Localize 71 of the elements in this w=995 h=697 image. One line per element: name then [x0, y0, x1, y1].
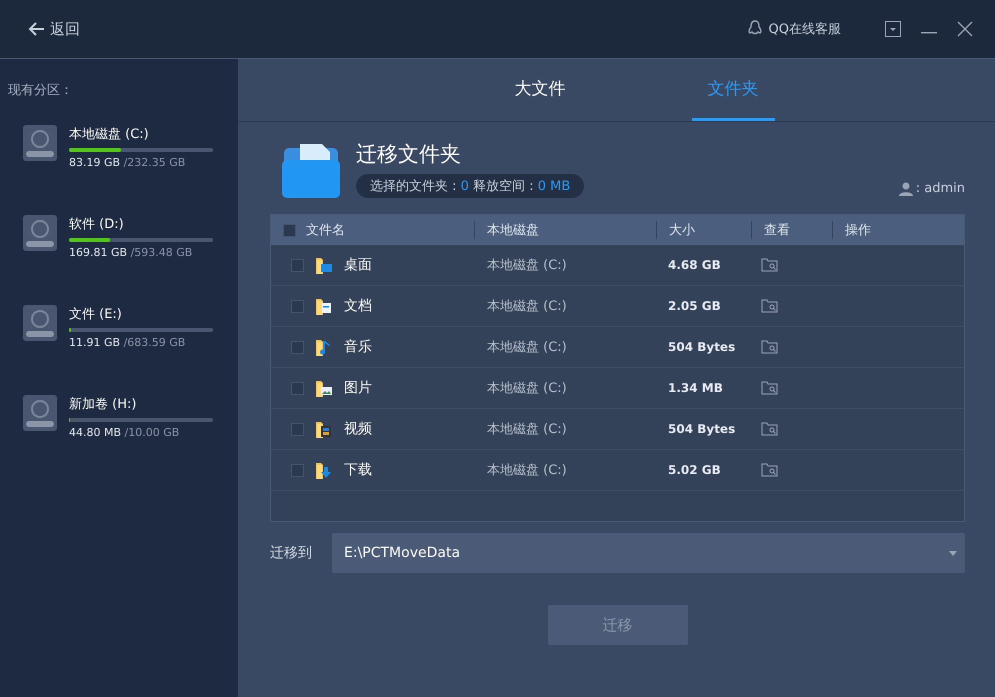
column-header: 文件名	[306, 222, 345, 239]
table-cell-text: 本地磁盘 (C:)	[486, 298, 568, 315]
table-cell-text: 本地磁盘 (C:)	[486, 339, 568, 356]
hard-drive-icon	[23, 215, 57, 251]
column-header: 操作	[845, 222, 871, 239]
folder-search-icon	[761, 463, 778, 477]
folder-name: 音乐	[344, 338, 372, 356]
drive-size: 44.80 MB /10.00 GB	[69, 426, 180, 439]
folder-icon	[314, 255, 334, 275]
table-cell-text: 5.02 GB	[667, 463, 722, 477]
drive-size: 11.91 GB /683.59 GB	[69, 336, 186, 349]
folder-name: 图片	[344, 379, 372, 397]
table-cell-text: 本地磁盘 (C:)	[486, 257, 568, 274]
table-cell-text: 1.34 MB	[667, 381, 724, 395]
hard-drive-icon	[23, 305, 57, 341]
folder-icon	[314, 378, 334, 398]
user-name: : admin	[916, 181, 965, 196]
selection-summary: 选择的文件夹 : 0 释放空间 : 0 MB	[356, 174, 584, 198]
hard-drive-icon	[23, 125, 57, 161]
drive-name[interactable]: 新加卷 (H:)	[69, 395, 213, 413]
table-cell-text: 本地磁盘 (C:)	[486, 462, 568, 479]
folder-icon	[314, 460, 334, 480]
drive-name[interactable]: 文件 (E:)	[69, 305, 213, 323]
user-icon	[898, 182, 913, 196]
path-select[interactable]: E:\PCTMoveData	[332, 533, 965, 573]
table-cell-text: 504 Bytes	[667, 340, 736, 354]
table-cell-text: 本地磁盘 (C:)	[486, 421, 568, 438]
page-title: 迁移文件夹	[356, 141, 462, 168]
checkbox[interactable]	[283, 224, 296, 236]
checkbox[interactable]	[291, 464, 304, 476]
minimize-icon	[921, 32, 937, 34]
section-title: 现有分区：	[7, 82, 74, 99]
folder-name: 视频	[344, 420, 372, 438]
folder-name: 文档	[344, 297, 372, 315]
arrow-left-icon	[28, 21, 46, 37]
folder-search-icon	[761, 381, 778, 395]
dropdown-button[interactable]	[885, 21, 901, 37]
checkbox[interactable]	[291, 382, 304, 394]
folder-search-icon	[761, 258, 778, 272]
hard-drive-icon	[23, 395, 57, 431]
table-cell-text: 2.05 GB	[667, 299, 722, 313]
drive-name[interactable]: 本地磁盘 (C:)	[69, 125, 213, 143]
checkbox[interactable]	[291, 258, 304, 272]
checkbox[interactable]	[291, 300, 304, 312]
close-icon	[957, 21, 973, 37]
table-cell-text: 4.68 GB	[667, 258, 722, 272]
column-header: 查看	[764, 222, 790, 239]
drive-size: 169.81 GB /593.48 GB	[69, 246, 194, 259]
close-button[interactable]	[957, 21, 973, 37]
checkbox[interactable]	[291, 422, 304, 436]
drive-name[interactable]: 软件 (D:)	[69, 215, 213, 233]
folder-search-icon	[761, 299, 778, 313]
field-label: 迁移到	[270, 544, 312, 562]
caret-icon	[885, 21, 901, 37]
checkbox[interactable]	[291, 340, 304, 354]
support-link[interactable]: QQ在线客服	[740, 19, 847, 39]
tab[interactable]: 大文件	[498, 59, 582, 121]
folder-search-icon	[761, 422, 778, 436]
caret-icon	[949, 550, 957, 556]
folder-icon	[282, 144, 342, 198]
folder-icon	[314, 296, 334, 316]
back-button[interactable]: 返回	[28, 20, 80, 38]
drive-size: 83.19 GB /232.35 GB	[69, 156, 186, 169]
folder-icon	[314, 419, 334, 439]
table-cell-text: 本地磁盘 (C:)	[486, 380, 568, 397]
folder-search-icon	[761, 340, 778, 354]
column-header: 本地磁盘	[487, 222, 539, 239]
column-header: 大小	[669, 222, 695, 239]
folder-name: 下载	[344, 461, 372, 479]
folder-name: 桌面	[344, 256, 372, 274]
table-cell-text: 504 Bytes	[667, 422, 736, 436]
